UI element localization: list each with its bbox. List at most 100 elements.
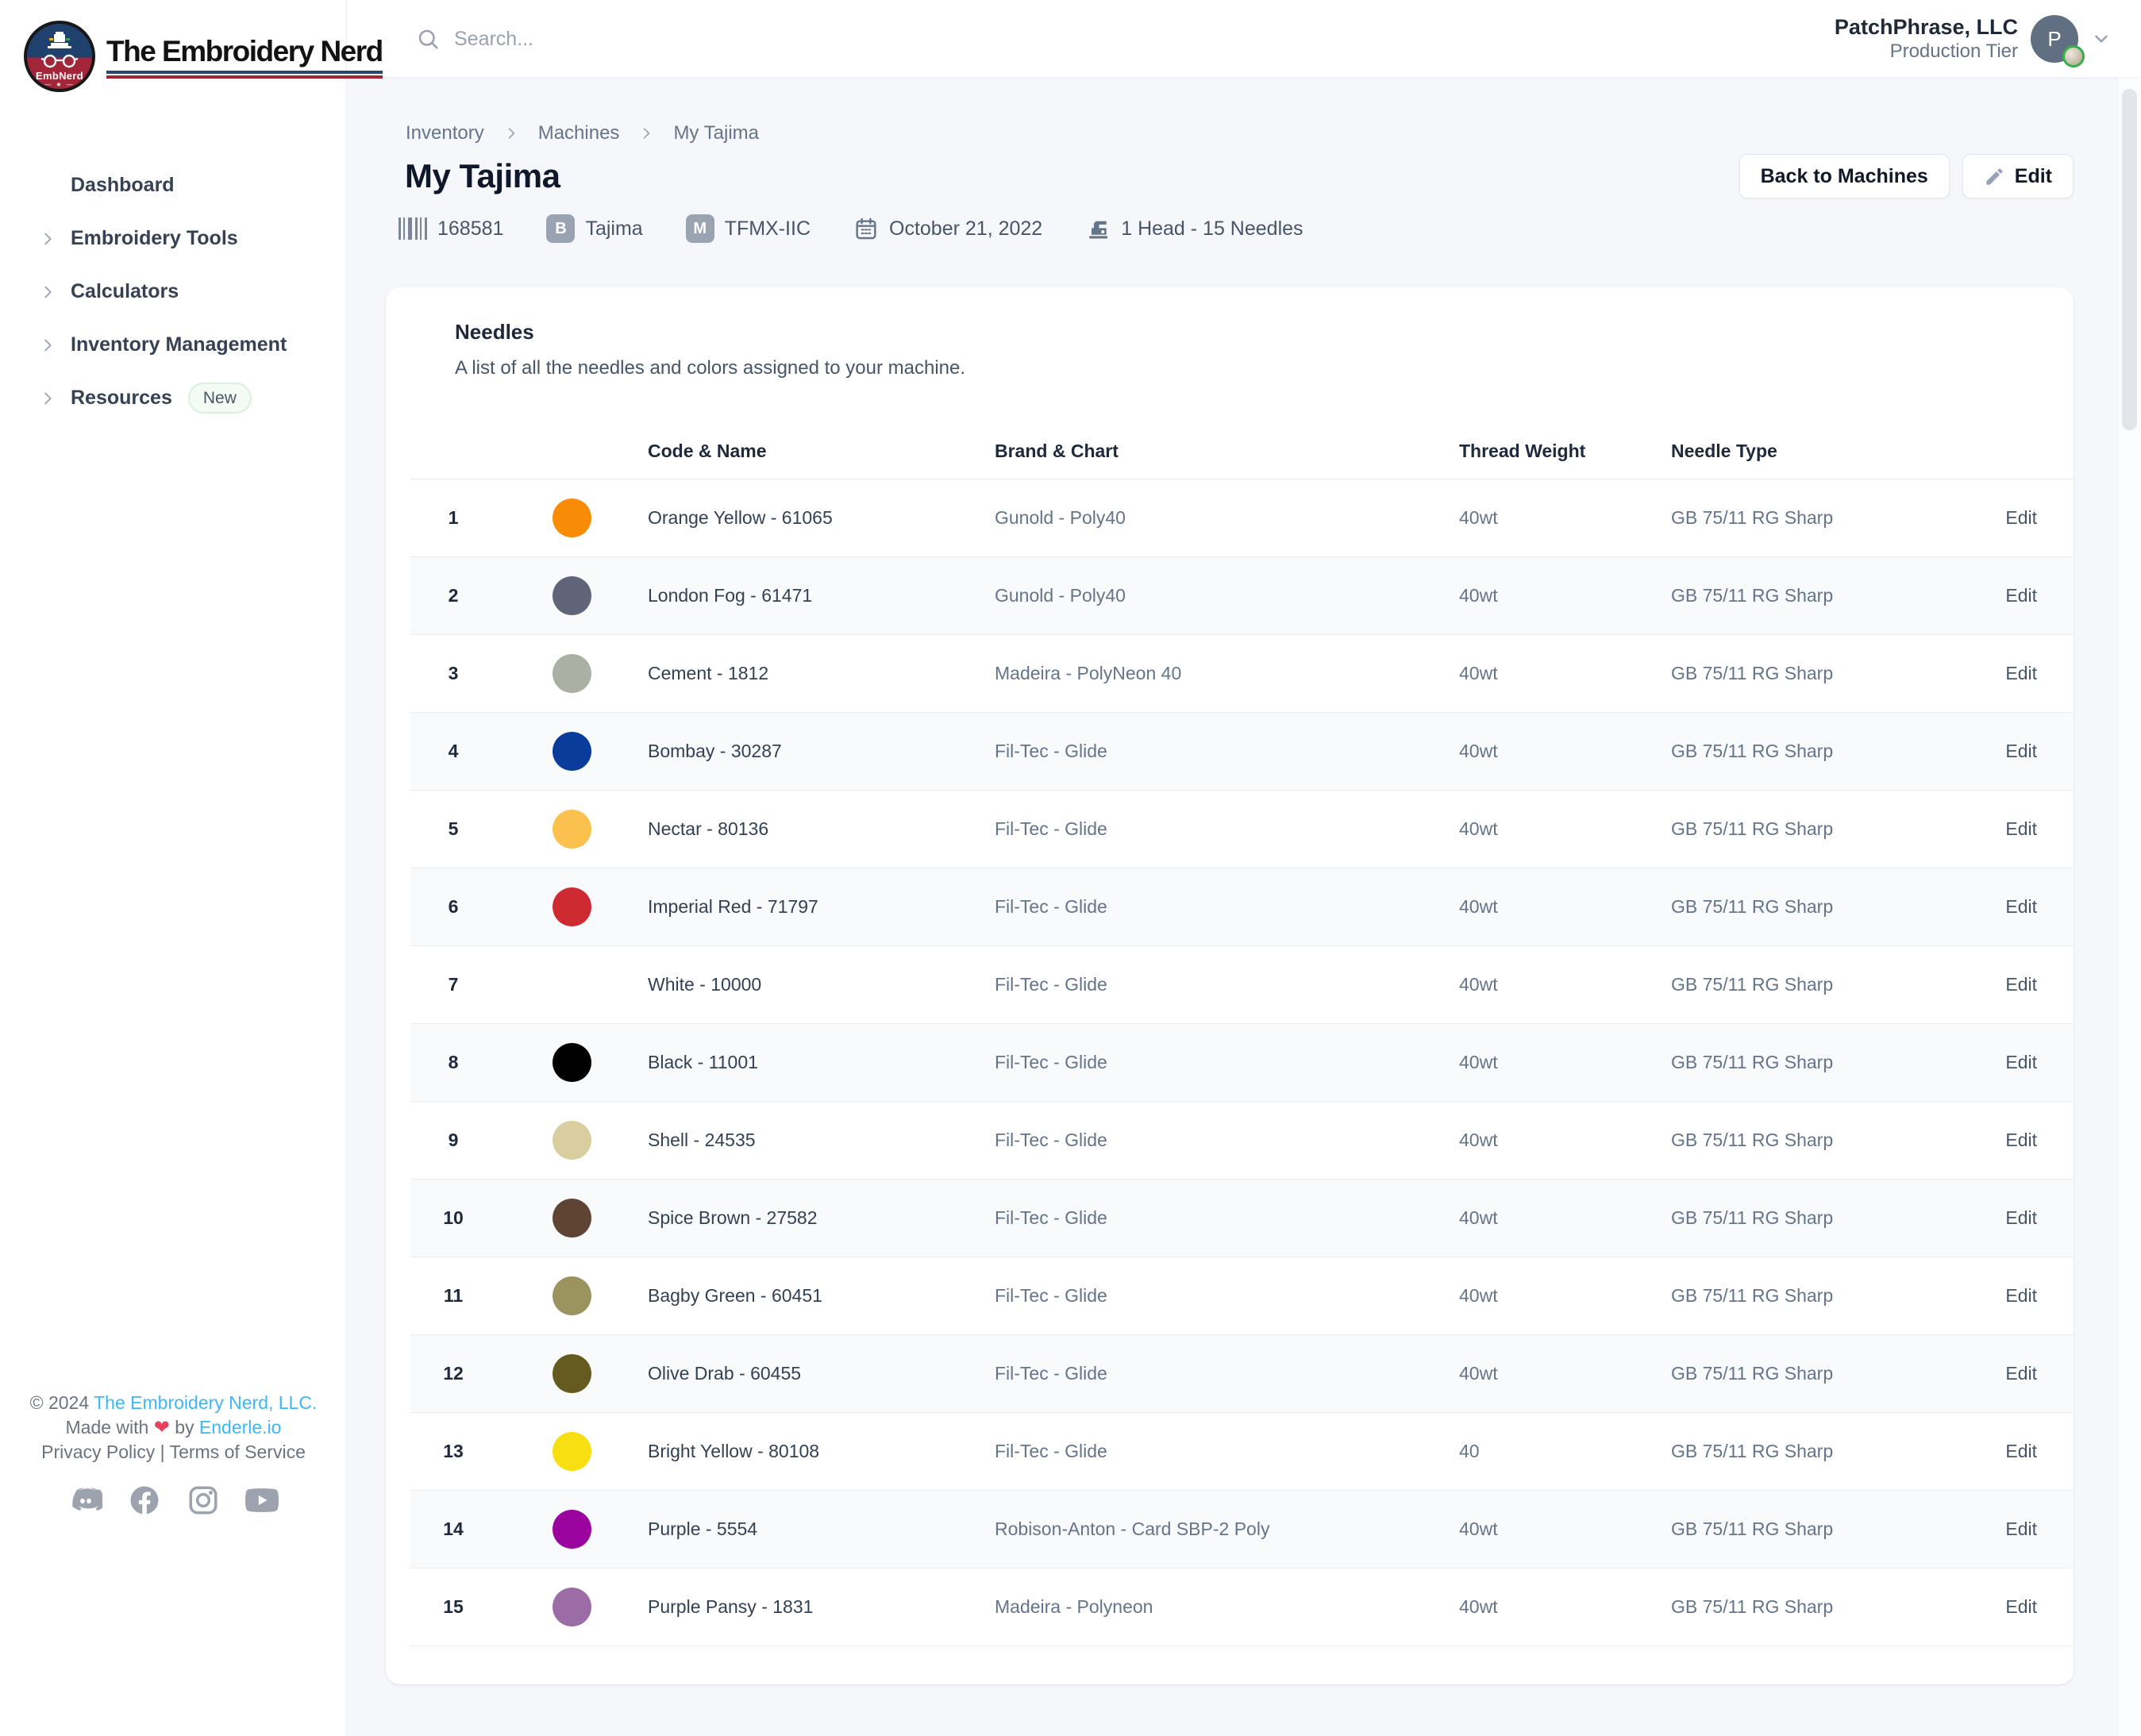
search-input[interactable]: Search... — [416, 0, 1130, 78]
needle-number: 15 — [410, 1596, 496, 1618]
enderle-link[interactable]: Enderle.io — [199, 1417, 282, 1438]
thread-weight: 40wt — [1459, 1285, 1671, 1307]
thread-brand-chart: Fil-Tec - Glide — [995, 896, 1459, 918]
breadcrumb-item[interactable]: Machines — [538, 122, 620, 144]
sidebar-item-label: Calculators — [71, 280, 179, 303]
edit-button[interactable]: Edit — [1962, 154, 2074, 198]
needle-type: GB 75/11 RG Sharp — [1671, 974, 1962, 995]
edit-link[interactable]: Edit — [2005, 896, 2037, 917]
table-row: 5 Nectar - 80136 Fil-Tec - Glide 40wt GB… — [410, 791, 2074, 868]
scrollbar-thumb[interactable] — [2122, 89, 2137, 430]
sidebar-item-dashboard[interactable]: Dashboard — [0, 159, 346, 212]
thread-code-name: Bombay - 30287 — [648, 741, 995, 762]
color-swatch — [553, 1043, 591, 1082]
avatar-status-badge — [2062, 45, 2085, 67]
thread-brand-chart: Gunold - Poly40 — [995, 585, 1459, 606]
needle-type: GB 75/11 RG Sharp — [1671, 1596, 1962, 1618]
chevron-down-icon[interactable] — [2091, 29, 2112, 49]
color-swatch — [553, 887, 591, 926]
thread-brand-chart: Fil-Tec - Glide — [995, 1441, 1459, 1462]
color-swatch — [553, 498, 591, 537]
sidebar-item-embroidery-tools[interactable]: Embroidery Tools — [0, 212, 346, 265]
edit-link[interactable]: Edit — [2005, 1052, 2037, 1072]
thread-code-name: London Fog - 61471 — [648, 585, 995, 606]
account-menu[interactable]: PatchPhrase, LLC Production Tier P — [1835, 0, 2112, 78]
table-row: 10 Spice Brown - 27582 Fil-Tec - Glide 4… — [410, 1180, 2074, 1257]
avatar[interactable]: P — [2031, 15, 2078, 63]
thread-weight: 40wt — [1459, 974, 1671, 995]
table-row: 1 Orange Yellow - 61065 Gunold - Poly40 … — [410, 479, 2074, 557]
discord-icon[interactable] — [69, 1484, 102, 1517]
thread-weight: 40wt — [1459, 585, 1671, 606]
breadcrumb-chevron-icon — [638, 125, 654, 141]
needle-number: 7 — [410, 974, 496, 995]
color-swatch — [553, 732, 591, 771]
thread-code-name: Bright Yellow - 80108 — [648, 1441, 995, 1462]
color-swatch — [553, 1432, 591, 1471]
copyright-line: © 2024 The Embroidery Nerd, LLC. — [0, 1391, 347, 1415]
color-swatch — [553, 965, 591, 1004]
edit-link[interactable]: Edit — [2005, 1441, 2037, 1461]
instagram-icon[interactable] — [187, 1484, 220, 1517]
color-swatch — [553, 576, 591, 615]
edit-link[interactable]: Edit — [2005, 1519, 2037, 1539]
sidebar-item-inventory-management[interactable]: Inventory Management — [0, 318, 346, 371]
thread-code-name: Purple - 5554 — [648, 1519, 995, 1540]
table-row: 4 Bombay - 30287 Fil-Tec - Glide 40wt GB… — [410, 713, 2074, 791]
color-swatch — [553, 1276, 591, 1315]
edit-link[interactable]: Edit — [2005, 1285, 2037, 1306]
needles-table-body: 1 Orange Yellow - 61065 Gunold - Poly40 … — [410, 479, 2074, 1646]
chevron-right-icon — [39, 390, 56, 407]
table-row: 2 London Fog - 61471 Gunold - Poly40 40w… — [410, 557, 2074, 635]
logo-underline-red — [106, 75, 383, 79]
card-title: Needles — [455, 318, 2074, 346]
edit-link[interactable]: Edit — [2005, 1363, 2037, 1384]
page-scrollbar[interactable] — [2117, 78, 2141, 1736]
col-needle-type: Needle Type — [1671, 441, 1962, 462]
breadcrumb-item[interactable]: Inventory — [406, 122, 484, 144]
youtube-icon[interactable] — [245, 1484, 279, 1517]
thread-brand-chart: Fil-Tec - Glide — [995, 1363, 1459, 1384]
main-content: InventoryMachinesMy Tajima My Tajima Bac… — [347, 78, 2141, 1684]
needle-number: 10 — [410, 1207, 496, 1229]
needle-number: 3 — [410, 663, 496, 684]
thread-brand-chart: Fil-Tec - Glide — [995, 741, 1459, 762]
pencil-icon — [1984, 166, 2005, 187]
sidebar-item-calculators[interactable]: Calculators — [0, 265, 346, 318]
thread-code-name: Black - 11001 — [648, 1052, 995, 1073]
edit-link[interactable]: Edit — [2005, 741, 2037, 761]
sidebar-item-label: Resources — [71, 387, 172, 410]
logo-wordmark: The Embroidery Nerd — [106, 35, 383, 68]
sidebar-nav: DashboardEmbroidery Tools Calculators Inve… — [0, 159, 346, 425]
edit-link[interactable]: Edit — [2005, 585, 2037, 606]
needle-type: GB 75/11 RG Sharp — [1671, 1441, 1962, 1462]
needle-number: 2 — [410, 585, 496, 606]
thread-weight: 40wt — [1459, 1207, 1671, 1229]
table-row: 9 Shell - 24535 Fil-Tec - Glide 40wt GB … — [410, 1102, 2074, 1180]
app-logo[interactable]: EmbNerd — ★ — The Embroidery Nerd — [24, 21, 383, 92]
edit-link[interactable]: Edit — [2005, 1207, 2037, 1228]
edit-link[interactable]: Edit — [2005, 1130, 2037, 1150]
model-badge-icon: M — [686, 214, 714, 243]
needle-type: GB 75/11 RG Sharp — [1671, 507, 1962, 529]
needle-type: GB 75/11 RG Sharp — [1671, 1052, 1962, 1073]
edit-link[interactable]: Edit — [2005, 663, 2037, 683]
needle-type: GB 75/11 RG Sharp — [1671, 1130, 1962, 1151]
edit-link[interactable]: Edit — [2005, 507, 2037, 528]
meta-serial: 168581 — [399, 217, 503, 241]
footer-brand-link[interactable]: The Embroidery Nerd, LLC. — [94, 1392, 317, 1413]
back-to-machines-button[interactable]: Back to Machines — [1739, 154, 1950, 198]
sidebar-item-resources[interactable]: ResourcesNew — [0, 371, 346, 425]
thread-brand-chart: Fil-Tec - Glide — [995, 1130, 1459, 1151]
color-swatch — [553, 1199, 591, 1238]
meta-model: M TFMX-IIC — [686, 214, 811, 243]
edit-link[interactable]: Edit — [2005, 1596, 2037, 1617]
logo-underline-blue — [106, 71, 383, 74]
facebook-icon[interactable] — [128, 1484, 161, 1517]
edit-link[interactable]: Edit — [2005, 818, 2037, 839]
needle-number: 5 — [410, 818, 496, 840]
edit-link[interactable]: Edit — [2005, 974, 2037, 995]
meta-date: October 21, 2022 — [853, 216, 1042, 241]
thread-brand-chart: Madeira - Polyneon — [995, 1596, 1459, 1618]
legal-links[interactable]: Privacy Policy | Terms of Service — [0, 1440, 347, 1465]
